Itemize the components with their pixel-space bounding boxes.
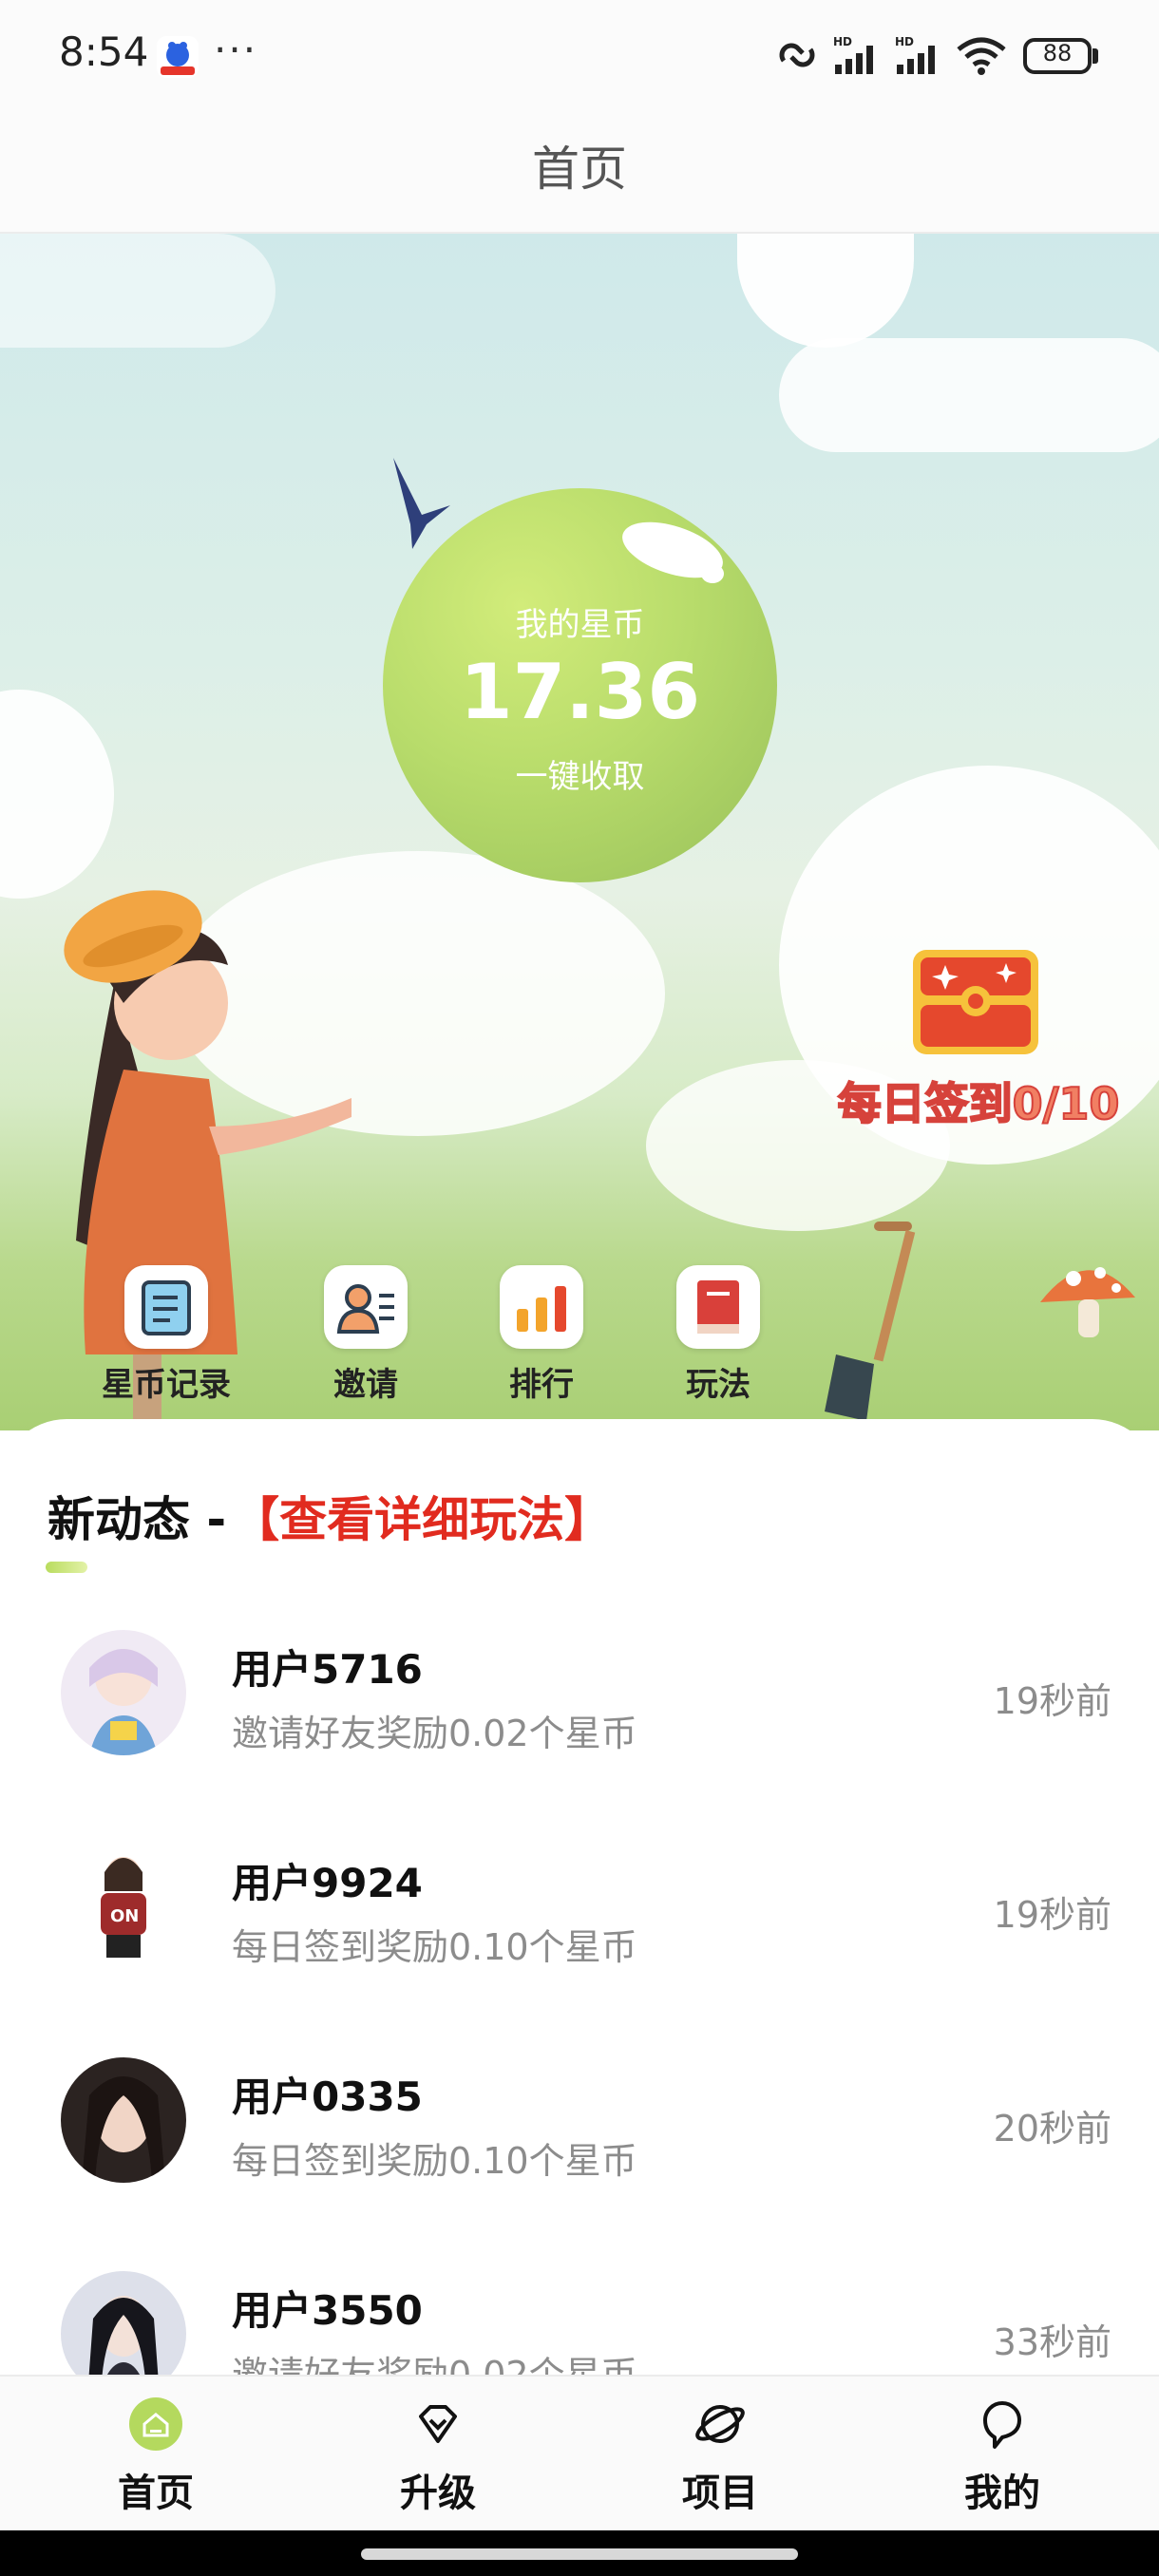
- record-icon: [124, 1265, 208, 1349]
- baidu-app-icon: [157, 36, 199, 78]
- activity-text: 每日签到奖励0.10个星币: [232, 1926, 637, 1968]
- page-title: 首页: [532, 142, 627, 197]
- diamond-icon: [409, 2396, 466, 2453]
- home-indicator[interactable]: [361, 2548, 798, 2560]
- username: 用户9924: [232, 1860, 423, 1906]
- shortcut-label: 邀请: [333, 1366, 398, 1404]
- avatar: [61, 2271, 186, 2378]
- rank-icon: [500, 1265, 583, 1349]
- signal-hd-icon-2: HD: [895, 35, 935, 74]
- cloud-decoration: [779, 338, 1159, 452]
- shovel-illustration: [825, 1222, 916, 1421]
- tab-home[interactable]: 首页: [80, 2396, 232, 2517]
- username: 用户0335: [232, 2074, 423, 2120]
- activity-text: 邀请好友奖励0.02个星币: [232, 2354, 637, 2378]
- activity-text: 每日签到奖励0.10个星币: [232, 2140, 637, 2182]
- shortcut-label: 排行: [509, 1366, 574, 1404]
- guide-book-icon: [676, 1265, 760, 1349]
- shortcut-guide[interactable]: 玩法: [652, 1265, 785, 1405]
- cloud-decoration: [0, 234, 276, 348]
- username: 用户5716: [232, 1646, 423, 1693]
- svg-text:HD: HD: [833, 35, 852, 48]
- status-bar: 8:54 ··· HD HD 88: [0, 0, 1159, 112]
- daily-checkin-chest-icon[interactable]: [907, 942, 1044, 1060]
- wifi-icon: [957, 37, 1006, 75]
- tab-profile[interactable]: 我的: [926, 2396, 1078, 2517]
- shortcut-invite[interactable]: 邀请: [299, 1265, 432, 1405]
- tab-projects[interactable]: 项目: [644, 2396, 796, 2517]
- more-notifications-icon: ···: [214, 27, 258, 73]
- status-time: 8:54: [59, 28, 149, 75]
- battery-cap: [1092, 48, 1098, 64]
- collect-all-label: 一键收取: [515, 758, 645, 796]
- battery-icon: 88: [1023, 38, 1092, 74]
- feed-title-text: 新动态 -: [48, 1492, 227, 1547]
- avatar: [61, 2057, 186, 2183]
- activity-feed: 新动态 - 【查看详细玩法】 用户5716 邀请好友奖励0.02个星币 19秒前 …: [0, 1419, 1159, 2378]
- home-icon: [127, 2396, 184, 2453]
- activity-time: 33秒前: [993, 2321, 1112, 2363]
- activity-text: 邀请好友奖励0.02个星币: [232, 1713, 637, 1754]
- app-screen: 8:54 ··· HD HD 88 首页 我的星币 17.36 一键收取 每日签…: [0, 0, 1159, 2576]
- shortcut-label: 玩法: [686, 1366, 750, 1404]
- bottom-tab-bar: 首页 升级 项目 我的: [0, 2375, 1159, 2530]
- tab-label: 首页: [118, 2472, 194, 2515]
- avatar: [61, 1630, 186, 1755]
- shortcut-label: 星币记录: [102, 1366, 231, 1404]
- activity-time: 20秒前: [993, 2108, 1112, 2150]
- coin-shine-dot: [701, 564, 724, 583]
- username: 用户3550: [232, 2287, 423, 2334]
- svg-text:HD: HD: [895, 35, 914, 48]
- view-rules-link[interactable]: 【查看详细玩法】: [232, 1492, 612, 1547]
- title-underline: [46, 1562, 87, 1573]
- shortcut-coin-records[interactable]: 星币记录: [100, 1265, 233, 1405]
- svg-text:ON: ON: [110, 1906, 139, 1926]
- tab-label: 我的: [964, 2472, 1040, 2515]
- page-header: 首页: [0, 112, 1159, 234]
- feed-title: 新动态 - 【查看详细玩法】: [48, 1482, 612, 1550]
- shortcut-ranking[interactable]: 排行: [475, 1265, 608, 1405]
- profile-icon: [974, 2396, 1031, 2453]
- sun-decoration: [737, 234, 914, 348]
- link-icon: [779, 43, 815, 67]
- signal-hd-icon: HD: [833, 35, 873, 74]
- invite-icon: [324, 1265, 408, 1349]
- list-item[interactable]: 用户0335 每日签到奖励0.10个星币 20秒前: [0, 2027, 1159, 2241]
- hero-banner: 我的星币 17.36 一键收取 每日签到0/10 星币记录 邀请 排行 玩法: [0, 234, 1159, 1430]
- avatar: ON: [61, 1844, 186, 1969]
- tab-label: 项目: [682, 2472, 758, 2515]
- planet-icon: [692, 2396, 749, 2453]
- list-item[interactable]: ON 用户9924 每日签到奖励0.10个星币 19秒前: [0, 1813, 1159, 2027]
- activity-time: 19秒前: [993, 1894, 1112, 1936]
- list-item[interactable]: 用户3550 邀请好友奖励0.02个星币 33秒前: [0, 2241, 1159, 2378]
- coin-balance-label: 我的星币: [515, 606, 645, 644]
- mushroom-illustration: [1040, 1267, 1135, 1337]
- battery-level: 88: [1042, 40, 1073, 66]
- tab-upgrade[interactable]: 升级: [362, 2396, 514, 2517]
- activity-time: 19秒前: [993, 1680, 1112, 1722]
- tab-label: 升级: [400, 2472, 476, 2515]
- list-item[interactable]: 用户5716 邀请好友奖励0.02个星币 19秒前: [0, 1600, 1159, 1813]
- daily-checkin-label[interactable]: 每日签到0/10: [826, 1070, 1130, 1132]
- collect-coins-button[interactable]: 我的星币 17.36 一键收取: [383, 488, 777, 882]
- coin-balance-value: 17.36: [459, 648, 701, 736]
